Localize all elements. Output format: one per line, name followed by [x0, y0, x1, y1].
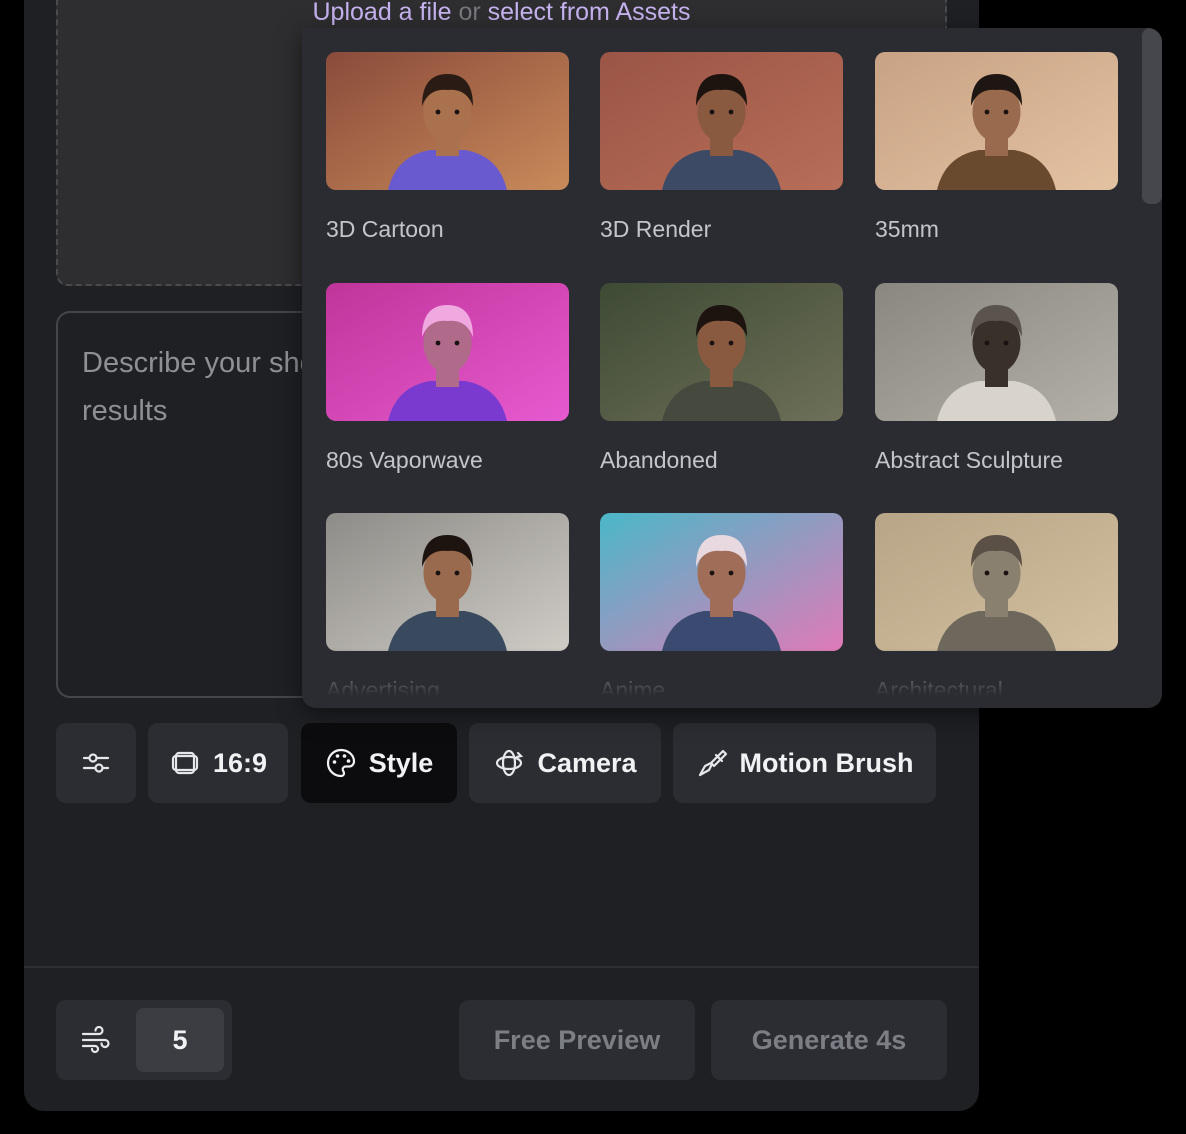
camera-orbit-icon: [496, 749, 524, 777]
style-dropdown: 3D Cartoon 3D Render 35mm 80s Vaporwave Aban…: [302, 28, 1162, 708]
select-from-assets-link[interactable]: select from Assets: [488, 0, 691, 26]
aspect-ratio-icon: [171, 751, 199, 775]
style-thumbnail: [875, 513, 1118, 651]
aspect-ratio-label: 16:9: [212, 747, 268, 778]
style-thumbnail: [600, 283, 843, 421]
style-option-label: Abstract Sculpture: [875, 447, 1063, 473]
dropdown-scrollbar[interactable]: [1140, 28, 1162, 708]
style-option-label: Abandoned: [600, 447, 718, 473]
style-thumbnail: [326, 513, 569, 651]
style-thumbnail: [600, 52, 843, 190]
style-label: Style: [368, 747, 434, 778]
style-thumbnail: [326, 283, 569, 421]
style-option[interactable]: Abandoned: [600, 283, 843, 474]
motion-brush-label: Motion Brush: [739, 747, 914, 778]
style-option-label: 3D Render: [600, 216, 712, 242]
style-option-label: 35mm: [875, 216, 939, 242]
style-option[interactable]: 3D Render: [600, 52, 843, 243]
motion-brush-button[interactable]: Motion Brush: [673, 723, 936, 803]
style-thumbnail: [600, 513, 843, 651]
grid-fade-overlay: [302, 648, 1140, 708]
generate-button[interactable]: Generate 4s: [711, 1000, 947, 1080]
camera-label: Camera: [537, 747, 637, 778]
camera-button[interactable]: Camera: [469, 723, 661, 803]
panel-divider: [24, 966, 979, 968]
upload-or-text: or: [458, 0, 481, 26]
motion-amount-value[interactable]: 5: [136, 1008, 224, 1072]
style-thumbnail: [875, 283, 1118, 421]
style-thumbnail: [326, 52, 569, 190]
wind-icon: [81, 1025, 110, 1054]
scrollbar-thumb[interactable]: [1142, 28, 1162, 204]
style-thumbnail: [875, 52, 1118, 190]
sliders-icon: [82, 753, 110, 773]
settings-button[interactable]: [56, 723, 136, 803]
upload-file-link[interactable]: Upload a file: [313, 0, 452, 26]
style-option[interactable]: Abstract Sculpture: [875, 283, 1118, 474]
style-option[interactable]: 80s Vaporwave: [326, 283, 569, 474]
brush-icon: [698, 749, 727, 777]
style-option[interactable]: 35mm: [875, 52, 1118, 243]
aspect-ratio-button[interactable]: 16:9: [148, 723, 288, 803]
style-option-label: 3D Cartoon: [326, 216, 444, 242]
style-option-label: 80s Vaporwave: [326, 447, 483, 473]
upload-text: Upload a file or select from Assets: [58, 0, 945, 27]
motion-amount-control[interactable]: 5: [56, 1000, 232, 1080]
free-preview-button[interactable]: Free Preview: [459, 1000, 695, 1080]
style-option[interactable]: 3D Cartoon: [326, 52, 569, 243]
palette-icon: [326, 748, 355, 778]
style-button[interactable]: Style: [301, 723, 457, 803]
